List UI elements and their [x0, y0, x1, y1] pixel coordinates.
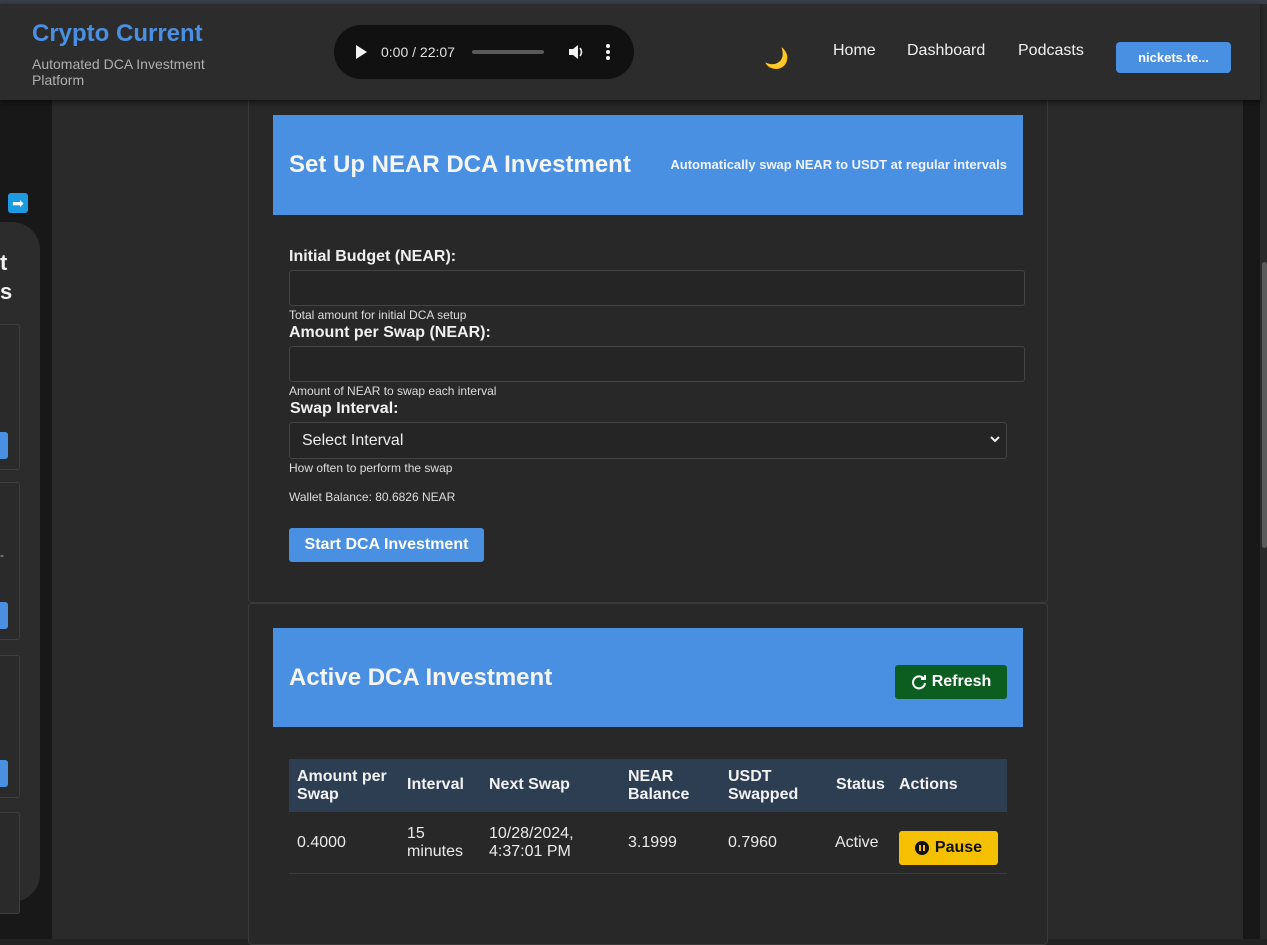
col-amount-per-swap: Amount per Swap	[297, 768, 387, 803]
cell-amount-per-swap: 0.4000	[297, 834, 346, 851]
side-card	[0, 324, 20, 470]
moon-icon[interactable]: 🌙	[764, 46, 789, 71]
more-options-icon[interactable]	[600, 42, 616, 62]
table-row-divider	[289, 873, 1007, 874]
chevron-down-icon	[990, 436, 1000, 443]
swap-interval-select[interactable]: Select Interval	[289, 422, 1007, 459]
nav-dashboard[interactable]: Dashboard	[907, 42, 985, 60]
col-status: Status	[836, 776, 885, 793]
setup-subtitle: Automatically swap NEAR to USDT at regul…	[670, 157, 1007, 172]
cell-usdt-swapped: 0.7960	[728, 834, 777, 851]
cell-next-swap: 10/28/2024, 4:37:01 PM	[489, 825, 574, 860]
refresh-icon	[911, 675, 926, 690]
col-actions: Actions	[899, 776, 958, 793]
initial-budget-label: Initial Budget (NEAR):	[289, 248, 457, 265]
refresh-button[interactable]: Refresh	[895, 665, 1007, 699]
side-card-text: -	[0, 548, 4, 562]
cell-near-balance: 3.1999	[628, 834, 677, 851]
cell-interval: 15 minutes	[407, 825, 464, 860]
side-card-button[interactable]	[0, 432, 8, 459]
amount-per-swap-hint: Amount of NEAR to swap each interval	[289, 384, 497, 398]
active-banner: Active DCA Investment Refresh	[273, 628, 1023, 727]
active-title: Active DCA Investment	[289, 664, 553, 691]
scrollbar-thumb[interactable]	[1262, 262, 1267, 548]
initial-budget-hint: Total amount for initial DCA setup	[289, 308, 467, 322]
play-icon[interactable]	[356, 45, 367, 59]
pause-button[interactable]: Pause	[899, 831, 998, 865]
side-panel-text-line-2: s	[0, 279, 13, 304]
wallet-balance: Wallet Balance: 80.6826 NEAR	[289, 490, 456, 504]
swap-interval-hint: How often to perform the swap	[289, 461, 453, 475]
col-near-balance: NEAR Balance	[628, 768, 690, 803]
swap-interval-label: Swap Interval:	[290, 400, 399, 417]
top-header: Crypto Current Automated DCA Investment …	[0, 4, 1260, 100]
amount-per-swap-input[interactable]	[289, 346, 1025, 382]
amount-per-swap-label: Amount per Swap (NEAR):	[289, 324, 491, 341]
pause-label: Pause	[934, 839, 983, 856]
setup-title: Set Up NEAR DCA Investment	[289, 151, 631, 178]
side-card	[0, 812, 20, 914]
cell-status: Active	[835, 834, 879, 851]
brand-title[interactable]: Crypto Current	[32, 20, 203, 48]
side-card-button[interactable]	[0, 602, 8, 629]
start-dca-button[interactable]: Start DCA Investment	[289, 528, 484, 562]
wallet-account-button[interactable]: nickets.te...	[1116, 42, 1231, 73]
audio-time: 0:00 / 22:07	[381, 44, 455, 60]
volume-icon[interactable]	[568, 43, 584, 61]
swap-interval-selected: Select Interval	[302, 432, 404, 449]
side-card	[0, 655, 20, 798]
side-panel-text-line-1: t	[0, 250, 8, 275]
audio-progress-track[interactable]	[472, 50, 544, 54]
nav-home[interactable]: Home	[833, 42, 876, 60]
arrow-right-icon[interactable]: ➡	[8, 193, 28, 213]
refresh-label: Refresh	[931, 673, 992, 690]
right-gutter	[1243, 100, 1260, 939]
brand-subtitle: Automated DCA Investment Platform	[32, 56, 205, 88]
col-usdt-swapped: USDT Swapped	[728, 768, 799, 803]
nav-podcasts[interactable]: Podcasts	[1018, 42, 1084, 60]
col-next-swap: Next Swap	[489, 776, 570, 793]
setup-banner: Set Up NEAR DCA Investment Automatically…	[273, 115, 1023, 215]
side-card-button[interactable]	[0, 760, 8, 787]
audio-player[interactable]: 0:00 / 22:07	[334, 25, 634, 79]
pause-icon	[914, 841, 929, 855]
col-interval: Interval	[407, 776, 464, 793]
initial-budget-input[interactable]	[289, 270, 1025, 306]
